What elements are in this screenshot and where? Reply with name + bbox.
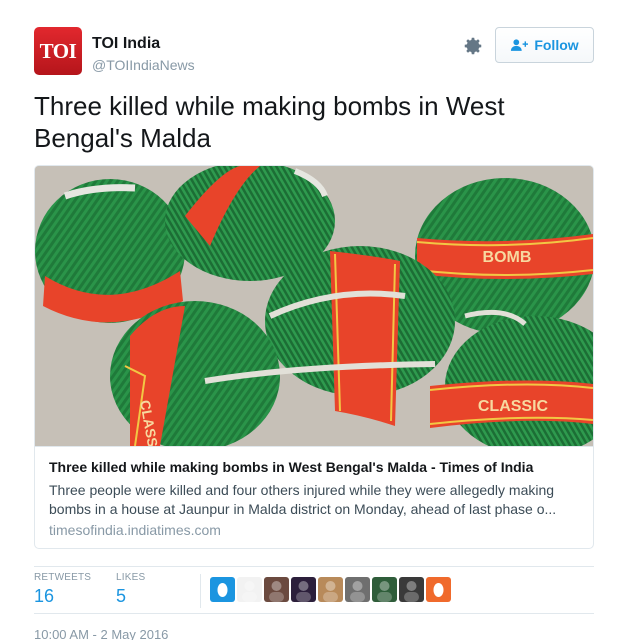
liker-avatar[interactable] — [426, 577, 451, 602]
divider — [34, 566, 594, 567]
add-user-icon — [511, 39, 529, 51]
link-card[interactable]: BOMB CLASS CLASSIC Three killed while ma… — [34, 165, 594, 549]
liker-avatar[interactable] — [399, 577, 424, 602]
liker-avatar[interactable] — [264, 577, 289, 602]
retweets-label: RETWEETS — [34, 572, 92, 583]
liker-avatar[interactable] — [318, 577, 343, 602]
bomb-label-text-3: CLASSIC — [478, 398, 549, 415]
gear-icon[interactable] — [462, 35, 484, 57]
likes-stat[interactable]: LIKES 5 — [116, 572, 145, 607]
liker-avatar[interactable] — [210, 577, 235, 602]
likers-avatars — [210, 577, 451, 602]
follow-button[interactable]: Follow — [495, 27, 594, 63]
divider — [34, 613, 594, 614]
retweets-stat[interactable]: RETWEETS 16 — [34, 572, 91, 607]
card-title[interactable]: Three killed while making bombs in West … — [49, 459, 579, 475]
card-description-line: Three people were killed and four others… — [49, 482, 555, 498]
liker-avatar[interactable] — [237, 577, 262, 602]
tweet-text: Three killed while making bombs in West … — [34, 91, 505, 153]
bomb-label-text: BOMB — [483, 249, 532, 266]
card-body[interactable]: Three killed while making bombs in West … — [35, 446, 593, 548]
tweet-header: TOI TOI India @TOIIndiaNews Follow — [34, 27, 594, 77]
liker-avatar[interactable] — [345, 577, 370, 602]
tweet-timestamp[interactable]: 10:00 AM - 2 May 2016 — [34, 627, 168, 640]
liker-avatar[interactable] — [372, 577, 397, 602]
retweets-count: 16 — [34, 586, 55, 606]
avatar[interactable]: TOI — [34, 27, 82, 75]
tweet-stats: RETWEETS 16 LIKES 5 — [34, 572, 594, 612]
liker-avatar[interactable] — [291, 577, 316, 602]
card-description: Three people were killed and four others… — [49, 481, 581, 519]
follow-label: Follow — [534, 37, 579, 53]
card-domain: timesofindia.indiatimes.com — [49, 522, 221, 538]
card-image[interactable]: BOMB CLASS CLASSIC — [35, 166, 593, 446]
likes-count: 5 — [116, 586, 127, 606]
divider — [200, 574, 201, 608]
user-handle[interactable]: @TOIIndiaNews — [92, 57, 195, 73]
card-description-line: bombs in a house at Jaunpur in Malda dis… — [49, 501, 557, 517]
likes-label: LIKES — [116, 572, 146, 583]
user-name[interactable]: TOI India — [92, 35, 160, 53]
